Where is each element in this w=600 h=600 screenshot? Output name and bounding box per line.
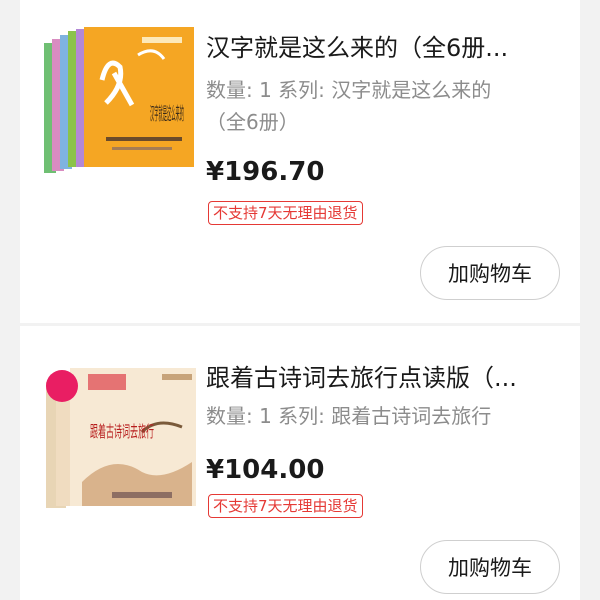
book-cover-image[interactable]: 汉字就是这么来的 <box>42 25 202 185</box>
cover-title-text: 跟着古诗词去旅行 <box>90 422 154 441</box>
cart-item-card[interactable]: 汉字就是这么来的 汉字就是这么来的（全6册... 数量: 1 系列: 汉字就是这… <box>20 0 580 323</box>
product-title[interactable]: 跟着古诗词去旅行点读版（... <box>206 358 566 398</box>
product-meta: 数量: 1 系列: 汉字就是这么来的 （全6册） <box>206 74 546 138</box>
add-to-cart-button[interactable]: 加购物车 <box>420 540 560 594</box>
product-meta-line: 数量: 1 系列: 跟着古诗词去旅行 <box>206 404 492 428</box>
product-meta-line: （全6册） <box>206 110 299 134</box>
product-meta-line: 数量: 1 系列: 汉字就是这么来的 <box>206 78 492 102</box>
no-return-badge: 不支持7天无理由退货 <box>208 494 363 518</box>
product-price: ¥196.70 <box>206 157 325 187</box>
book-cover-image[interactable]: 跟着古诗词去旅行 <box>42 362 202 522</box>
add-to-cart-button[interactable]: 加购物车 <box>420 246 560 300</box>
cover-title-text: 汉字就是这么来的 <box>150 104 184 125</box>
no-return-badge: 不支持7天无理由退货 <box>208 201 363 225</box>
product-price: ¥104.00 <box>206 455 325 485</box>
product-title[interactable]: 汉字就是这么来的（全6册... <box>206 28 566 68</box>
product-meta: 数量: 1 系列: 跟着古诗词去旅行 <box>206 400 546 432</box>
cart-item-card[interactable]: 跟着古诗词去旅行 跟着古诗词去旅行点读版（... 数量: 1 系列: 跟着古诗词… <box>20 326 580 600</box>
